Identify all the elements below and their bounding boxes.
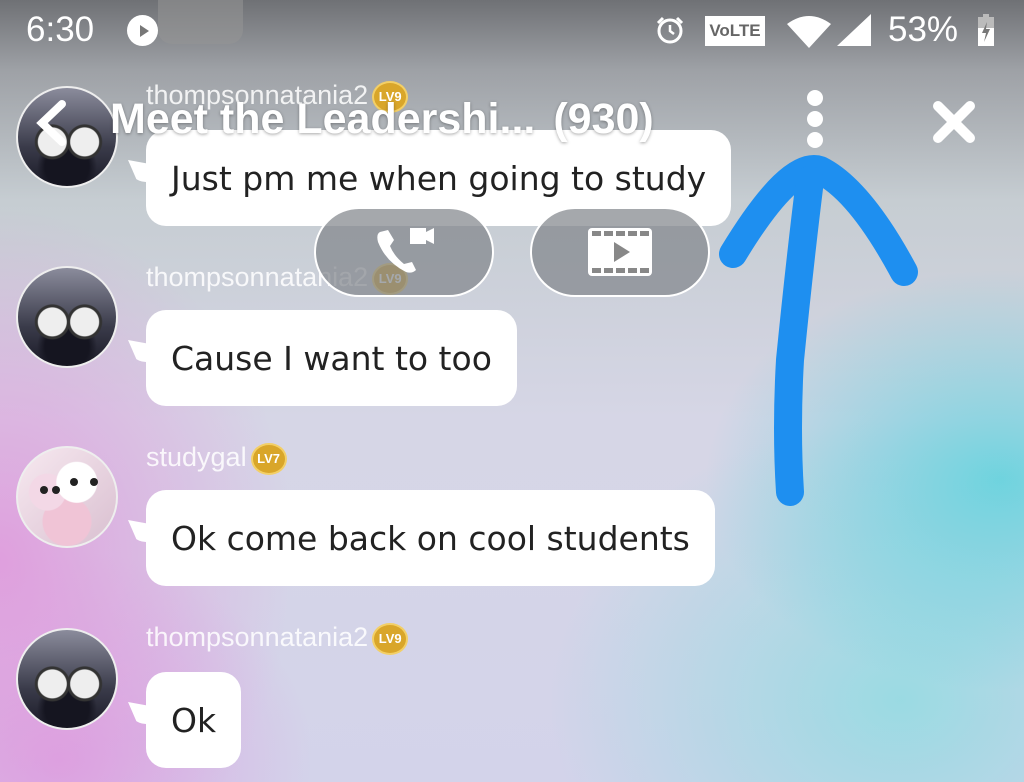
username-text: thompsonnatania2 — [146, 622, 369, 652]
username[interactable]: studygal LV7 — [146, 442, 287, 475]
message-text: Cause I want to too — [171, 338, 492, 378]
more-vertical-icon[interactable] — [800, 90, 830, 152]
clock: 6:30 — [26, 10, 95, 49]
message-text: Ok — [171, 700, 217, 740]
arrow-head — [719, 155, 918, 286]
username[interactable]: thompsonnatania2LV9 — [146, 622, 409, 655]
message-bubble[interactable]: Ok — [146, 672, 242, 768]
avatar[interactable] — [16, 628, 118, 730]
avatar[interactable] — [16, 446, 118, 548]
screening-room-button[interactable] — [530, 207, 710, 297]
volte-badge: VoLTE — [705, 16, 765, 46]
cell-signal-icon — [837, 14, 871, 46]
message-bubble[interactable]: Cause I want to too — [146, 310, 517, 406]
chat-title-text: Meet the Leadershi... — [110, 95, 536, 143]
play-circle-icon — [127, 15, 158, 46]
film-play-icon — [588, 228, 652, 276]
avatar[interactable] — [16, 266, 118, 368]
back-chevron-icon[interactable] — [32, 100, 72, 146]
arrow-shaft — [774, 166, 824, 506]
level-badge: LV7 — [250, 442, 287, 475]
previous-message-text: Ok — [178, 0, 224, 2]
message-text: Ok come back on cool students — [171, 518, 690, 558]
voice-video-call-button[interactable] — [314, 207, 494, 297]
message-bubble[interactable]: Ok come back on cool students — [146, 490, 715, 586]
message-text: Just pm me when going to study — [171, 158, 707, 198]
alarm-icon — [656, 16, 684, 44]
username-text: studygal — [146, 442, 247, 472]
status-bar: Ok 6:30 VoLTE 53% — [0, 0, 1024, 64]
phone-video-icon — [377, 228, 434, 273]
close-icon[interactable] — [930, 98, 978, 146]
battery-charging-icon — [978, 14, 994, 46]
previous-message-bubble: Ok — [158, 0, 243, 44]
member-count: (930) — [553, 95, 654, 143]
wifi-icon — [787, 16, 831, 48]
chat-title[interactable]: Meet the Leadershi... (930) — [110, 95, 654, 144]
level-badge: LV9 — [372, 622, 409, 655]
battery-percent: 53% — [888, 10, 959, 49]
